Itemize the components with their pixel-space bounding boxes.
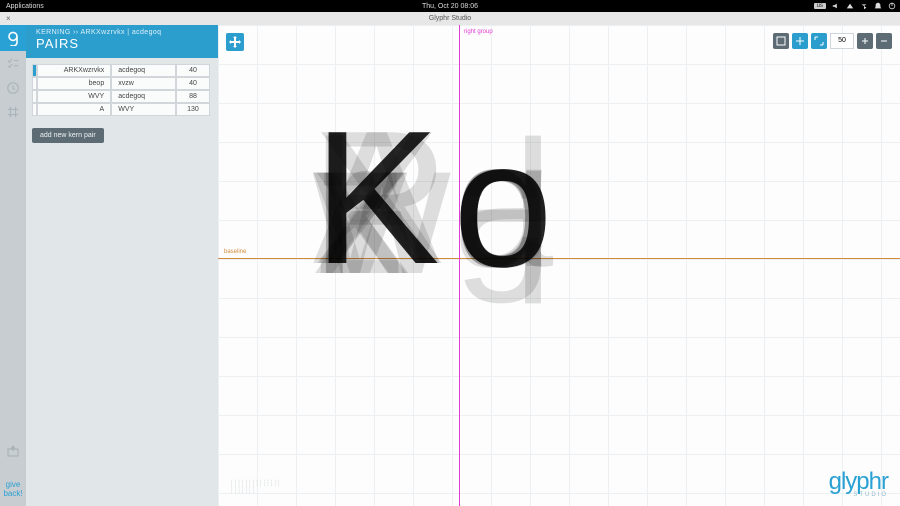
power-icon[interactable] — [888, 2, 896, 10]
volume-icon[interactable] — [832, 2, 840, 10]
panel-header: KERNING ›› ARKXwzrvkx | acdegoq PAIRS — [26, 25, 218, 58]
zoom-value[interactable]: 50 — [830, 33, 854, 49]
notifications-icon[interactable] — [874, 2, 882, 10]
applications-menu[interactable]: Applications — [0, 3, 44, 10]
kern-split-label: right group — [464, 29, 493, 35]
glyph-preview: ARKXwzrvkxacdegoq — [313, 103, 613, 303]
side-panel: KERNING ›› ARKXwzrvkx | acdegoq PAIRS AR… — [26, 25, 218, 506]
toggle-tool-2-icon[interactable] — [792, 33, 808, 49]
left-nav: give back! — [0, 25, 26, 506]
close-icon[interactable]: × — [0, 14, 11, 23]
zoom-out-icon[interactable] — [876, 33, 892, 49]
table-row[interactable]: beopxvzw40 — [32, 77, 210, 90]
kern-pairs-table: ARKXwzrvkxacdegoq40beopxvzw40WVYacdegoq8… — [32, 64, 210, 116]
network-icon[interactable] — [846, 2, 854, 10]
guides-icon[interactable] — [0, 101, 26, 123]
system-tray: us — [814, 2, 896, 10]
window-titlebar: × Glyphr Studio — [0, 12, 900, 26]
window-title: Glyphr Studio — [429, 15, 471, 22]
view-tools: 50 — [773, 33, 892, 49]
zoom-fit-icon[interactable] — [811, 33, 827, 49]
os-top-bar: Applications Thu, Oct 20 08:06 us — [0, 0, 900, 12]
app-logo-icon[interactable] — [0, 25, 26, 51]
attributes-icon[interactable] — [0, 53, 26, 75]
export-icon[interactable] — [0, 440, 26, 462]
brand-logo: glyphr STUDIO — [829, 468, 888, 498]
ruler-marks: ┊┊┊┊┊┊┊┊┊┊┊┊┊┊┊┊┊┊┊┊┊ — [230, 480, 281, 494]
baseline-label: baseline — [224, 249, 246, 255]
panel-title: PAIRS — [36, 36, 208, 51]
keyboard-indicator[interactable]: us — [814, 3, 826, 9]
table-row[interactable]: AWVY130 — [32, 103, 210, 116]
add-kern-pair-button[interactable]: add new kern pair — [32, 128, 104, 143]
table-row[interactable]: ARKXwzrvkxacdegoq40 — [32, 64, 210, 77]
clock: Thu, Oct 20 08:06 — [422, 3, 478, 10]
toggle-tool-1-icon[interactable] — [773, 33, 789, 49]
zoom-in-icon[interactable] — [857, 33, 873, 49]
give-back-link[interactable]: give back! — [3, 480, 22, 506]
edit-canvas[interactable]: /* drawn below via JS loops */ baseline … — [218, 25, 900, 506]
breadcrumb: KERNING ›› ARKXwzrvkx | acdegoq — [36, 29, 208, 36]
bluetooth-icon[interactable] — [860, 2, 868, 10]
move-tool-icon[interactable] — [226, 33, 244, 51]
history-icon[interactable] — [0, 77, 26, 99]
table-row[interactable]: WVYacdegoq88 — [32, 90, 210, 103]
